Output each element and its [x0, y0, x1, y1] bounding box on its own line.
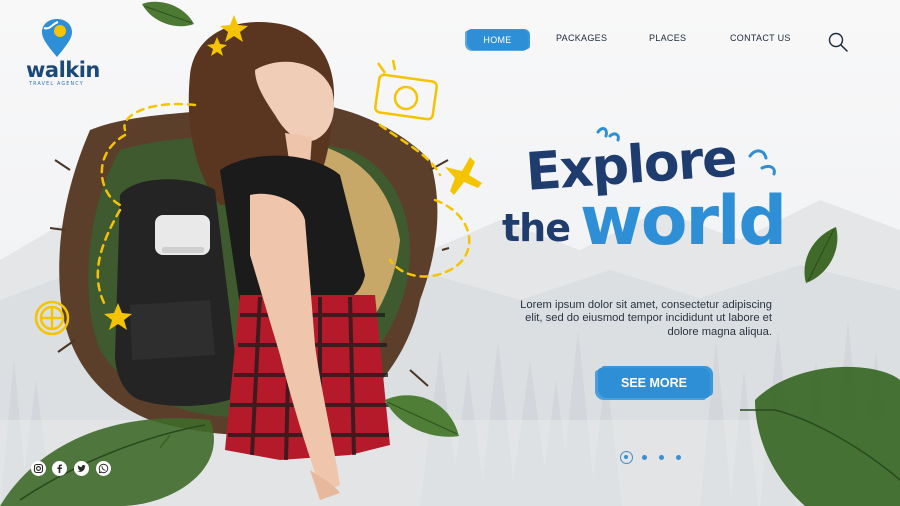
map-pin-icon	[42, 19, 72, 57]
leaf-decoration-bottom-left	[0, 418, 214, 506]
hero-heading-world: world	[580, 182, 787, 261]
facebook-icon[interactable]	[52, 461, 67, 476]
leaf-decoration-middle	[385, 395, 459, 437]
nav-item-places[interactable]: PLACES	[649, 33, 686, 43]
slider-dot-3[interactable]	[659, 455, 664, 460]
logo-name: walkin	[26, 58, 100, 82]
leaf-decoration-bottom-right	[740, 366, 900, 506]
hero-heading-the: the	[502, 206, 571, 250]
logo-tagline: TRAVEL AGENCY	[29, 82, 84, 87]
instagram-icon[interactable]	[31, 461, 46, 476]
slider-pagination	[620, 451, 690, 465]
slider-dot-4[interactable]	[676, 455, 681, 460]
brand-logo[interactable]: walkin TRAVEL AGENCY	[22, 18, 112, 93]
whatsapp-icon[interactable]	[96, 461, 111, 476]
nav-item-packages[interactable]: PACKAGES	[556, 33, 607, 43]
slider-dot-2[interactable]	[642, 455, 647, 460]
slider-dot-1[interactable]	[620, 451, 633, 464]
twitter-icon[interactable]	[74, 461, 89, 476]
hero-description: Lorem ipsum dolor sit amet, consectetur …	[520, 299, 772, 338]
nav-item-home[interactable]: HOME	[467, 30, 528, 50]
search-icon[interactable]	[828, 32, 848, 52]
leaf-decoration-right	[804, 227, 838, 283]
leaf-decoration-top	[142, 1, 194, 27]
see-more-button[interactable]: SEE MORE	[598, 368, 710, 398]
nav-item-contact-us[interactable]: CONTACT US	[730, 33, 791, 43]
